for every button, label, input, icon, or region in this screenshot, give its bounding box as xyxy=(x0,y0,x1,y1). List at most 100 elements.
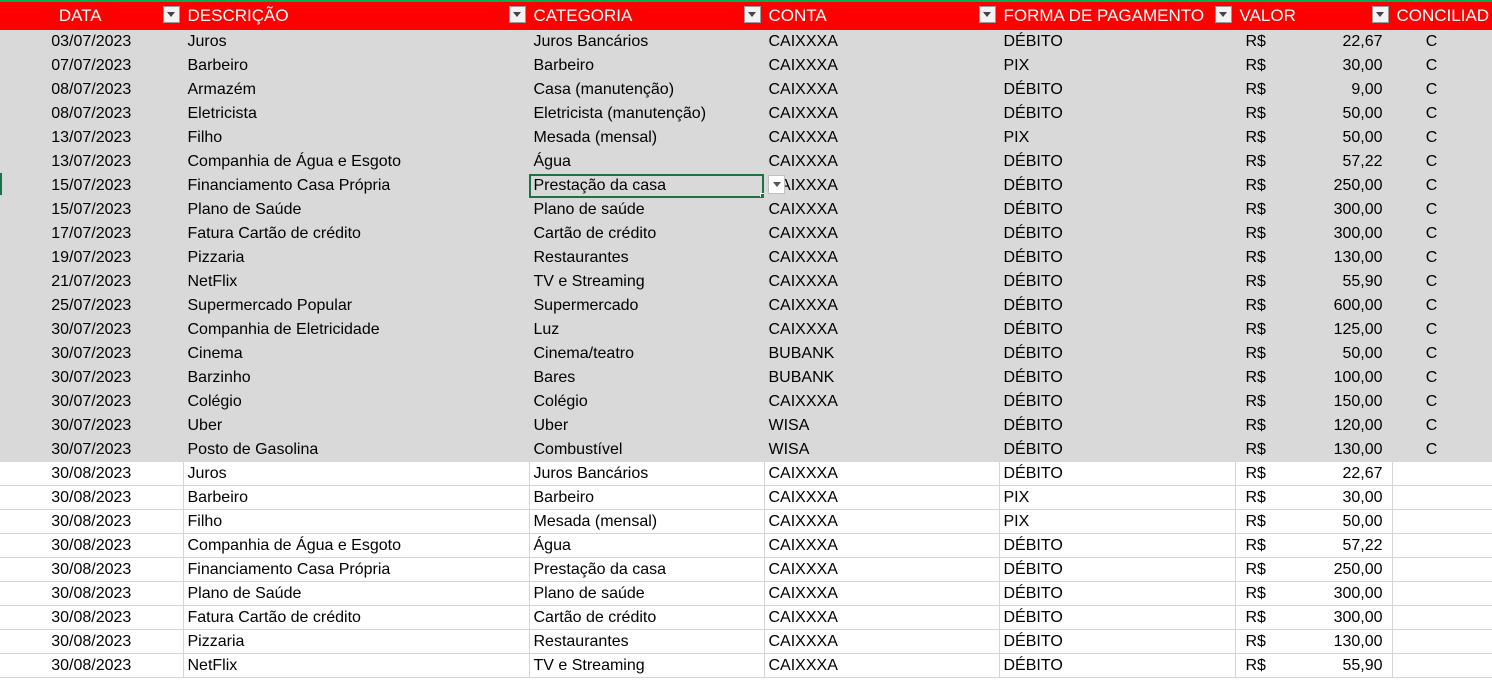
cell-valor[interactable]: R$ 50,00 xyxy=(1235,125,1393,150)
cell-descricao[interactable]: Pizzaria xyxy=(183,629,530,654)
cell-categoria[interactable]: Cartão de crédito xyxy=(529,221,765,246)
cell-conta[interactable]: CAIXXXA xyxy=(764,581,1000,606)
cell-conciliado[interactable]: C xyxy=(1392,341,1492,366)
cell-data[interactable]: 30/08/2023 xyxy=(0,461,184,486)
cell-conta[interactable]: CAIXXXA xyxy=(764,557,1000,582)
cell-valor[interactable]: R$ 57,22 xyxy=(1235,149,1393,174)
cell-conciliado[interactable]: C xyxy=(1392,365,1492,390)
cell-categoria[interactable]: TV e Streaming xyxy=(529,653,765,678)
cell-conta[interactable]: BUBANK xyxy=(764,341,1000,366)
cell-valor[interactable]: R$ 55,90 xyxy=(1235,653,1393,678)
cell-descricao[interactable]: Financiamento Casa Própria xyxy=(183,557,530,582)
cell-conciliado[interactable]: C xyxy=(1392,437,1492,462)
cell-forma[interactable]: DÉBITO xyxy=(999,221,1236,246)
cell-data[interactable]: 21/07/2023 xyxy=(0,269,184,294)
cell-forma[interactable]: DÉBITO xyxy=(999,293,1236,318)
cell-data[interactable]: 30/08/2023 xyxy=(0,629,184,654)
cell-conciliado[interactable]: C xyxy=(1392,53,1492,78)
filter-dropdown-icon[interactable] xyxy=(508,6,526,23)
cell-valor[interactable]: R$ 100,00 xyxy=(1235,365,1393,390)
cell-descricao[interactable]: Posto de Gasolina xyxy=(183,437,530,462)
cell-forma[interactable]: PIX xyxy=(999,125,1236,150)
cell-valor[interactable]: R$ 30,00 xyxy=(1235,485,1393,510)
cell-categoria[interactable]: Restaurantes xyxy=(529,245,765,270)
cell-data[interactable]: 30/07/2023 xyxy=(0,317,184,342)
cell-valor[interactable]: R$ 150,00 xyxy=(1235,389,1393,414)
cell-conciliado[interactable] xyxy=(1392,557,1492,582)
cell-descricao[interactable]: Filho xyxy=(183,125,530,150)
cell-categoria[interactable]: Juros Bancários xyxy=(529,461,765,486)
cell-conta[interactable]: CAIXXXA xyxy=(764,125,1000,150)
cell-conta[interactable]: CAIXXXA xyxy=(764,509,1000,534)
cell-valor[interactable]: R$ 55,90 xyxy=(1235,269,1393,294)
cell-categoria[interactable]: Luz xyxy=(529,317,765,342)
cell-conciliado[interactable]: C xyxy=(1392,101,1492,126)
cell-valor[interactable]: R$ 22,67 xyxy=(1235,29,1393,54)
cell-data[interactable]: 30/08/2023 xyxy=(0,485,184,510)
cell-forma[interactable]: DÉBITO xyxy=(999,461,1236,486)
cell-valor[interactable]: R$ 120,00 xyxy=(1235,413,1393,438)
cell-valor[interactable]: R$ 300,00 xyxy=(1235,221,1393,246)
cell-categoria[interactable]: Juros Bancários xyxy=(529,29,765,54)
cell-forma[interactable]: PIX xyxy=(999,485,1236,510)
cell-valor[interactable]: R$ 130,00 xyxy=(1235,437,1393,462)
cell-valor[interactable]: R$ 125,00 xyxy=(1235,317,1393,342)
cell-validation-dropdown-icon[interactable] xyxy=(768,175,785,194)
cell-valor[interactable]: R$ 50,00 xyxy=(1235,101,1393,126)
cell-conciliado[interactable] xyxy=(1392,605,1492,630)
cell-descricao[interactable]: Barbeiro xyxy=(183,485,530,510)
cell-valor[interactable]: R$ 250,00 xyxy=(1235,173,1393,198)
cell-conciliado[interactable]: C xyxy=(1392,413,1492,438)
cell-conta[interactable]: CAIXXXA xyxy=(764,245,1000,270)
cell-conta[interactable]: CAIXXXA xyxy=(764,533,1000,558)
header-valor[interactable]: VALOR xyxy=(1235,0,1393,30)
selected-cell-categoria[interactable]: Prestação da casa xyxy=(529,173,765,198)
header-descricao[interactable]: DESCRIÇÃO xyxy=(183,0,530,30)
cell-data[interactable]: 30/08/2023 xyxy=(0,605,184,630)
cell-conciliado[interactable]: C xyxy=(1392,293,1492,318)
cell-descricao[interactable]: Armazém xyxy=(183,77,530,102)
cell-valor[interactable]: R$ 300,00 xyxy=(1235,605,1393,630)
cell-conta[interactable]: CAIXXXA xyxy=(764,605,1000,630)
cell-data[interactable]: 30/07/2023 xyxy=(0,437,184,462)
cell-categoria[interactable]: Prestação da casa xyxy=(529,557,765,582)
cell-forma[interactable]: PIX xyxy=(999,509,1236,534)
cell-data[interactable]: 25/07/2023 xyxy=(0,293,184,318)
cell-conta[interactable]: CAIXXXA xyxy=(764,221,1000,246)
cell-forma[interactable]: DÉBITO xyxy=(999,389,1236,414)
cell-conta[interactable]: CAIXXXA xyxy=(764,53,1000,78)
filter-dropdown-icon[interactable] xyxy=(1214,6,1232,23)
cell-conciliado[interactable] xyxy=(1392,653,1492,678)
cell-data[interactable]: 30/08/2023 xyxy=(0,653,184,678)
cell-data[interactable]: 13/07/2023 xyxy=(0,149,184,174)
cell-conciliado[interactable]: C xyxy=(1392,197,1492,222)
cell-forma[interactable]: DÉBITO xyxy=(999,197,1236,222)
cell-conta[interactable]: CAIXXXA xyxy=(764,653,1000,678)
cell-descricao[interactable]: Plano de Saúde xyxy=(183,581,530,606)
cell-descricao[interactable]: Barbeiro xyxy=(183,53,530,78)
cell-categoria[interactable]: Uber xyxy=(529,413,765,438)
cell-descricao[interactable]: Fatura Cartão de crédito xyxy=(183,605,530,630)
cell-data[interactable]: 13/07/2023 xyxy=(0,125,184,150)
cell-valor[interactable]: R$ 130,00 xyxy=(1235,629,1393,654)
cell-data[interactable]: 30/08/2023 xyxy=(0,509,184,534)
cell-valor[interactable]: R$ 300,00 xyxy=(1235,197,1393,222)
cell-conciliado[interactable] xyxy=(1392,629,1492,654)
cell-conta[interactable]: CAIXXXA xyxy=(764,77,1000,102)
cell-categoria[interactable]: Casa (manutenção) xyxy=(529,77,765,102)
header-data[interactable]: DATA xyxy=(0,0,184,30)
cell-descricao[interactable]: NetFlix xyxy=(183,269,530,294)
cell-forma[interactable]: DÉBITO xyxy=(999,557,1236,582)
cell-conta[interactable]: WISA xyxy=(764,437,1000,462)
header-conta[interactable]: CONTA xyxy=(764,0,1000,30)
cell-conta[interactable]: CAIXXXA xyxy=(764,173,1000,198)
cell-descricao[interactable]: Financiamento Casa Própria xyxy=(183,173,530,198)
cell-conta[interactable]: WISA xyxy=(764,413,1000,438)
cell-descricao[interactable]: Fatura Cartão de crédito xyxy=(183,221,530,246)
cell-categoria[interactable]: Água xyxy=(529,533,765,558)
cell-forma[interactable]: DÉBITO xyxy=(999,101,1236,126)
cell-conciliado[interactable] xyxy=(1392,461,1492,486)
cell-conta[interactable]: CAIXXXA xyxy=(764,293,1000,318)
header-forma-pagamento[interactable]: FORMA DE PAGAMENTO xyxy=(999,0,1236,30)
cell-conta[interactable]: BUBANK xyxy=(764,365,1000,390)
